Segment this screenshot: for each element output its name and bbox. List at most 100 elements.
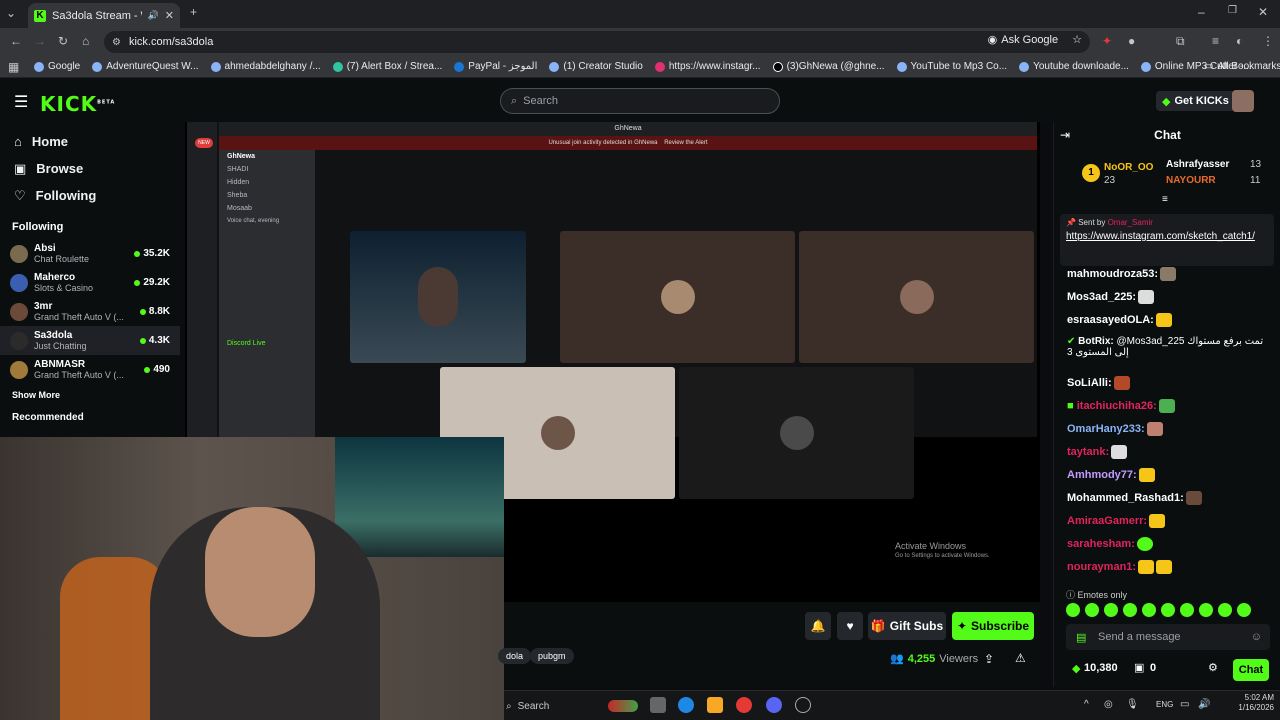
notification-bell-button[interactable]: 🔔	[805, 612, 831, 640]
network-icon[interactable]: ▭	[1180, 699, 1189, 710]
bookmark-item[interactable]: Youtube downloade...	[1019, 61, 1129, 72]
gift-icon[interactable]: ▣	[1134, 661, 1144, 674]
kick-logo[interactable]: KICKBETA	[40, 92, 115, 116]
nav-browse[interactable]: ▣ Browse	[0, 155, 180, 182]
kicks-balance[interactable]: 10,380	[1084, 662, 1118, 674]
user-avatar[interactable]	[1232, 90, 1254, 112]
language-indicator[interactable]: ENG	[1156, 700, 1173, 709]
nav-following[interactable]: ♡ Following	[0, 182, 180, 209]
emote-button[interactable]	[1161, 603, 1175, 617]
extensions-puzzle-icon[interactable]: ⧉	[1176, 34, 1185, 49]
chat-username[interactable]: BotRix:	[1078, 336, 1114, 347]
stream-tag[interactable]: dola	[498, 648, 532, 664]
new-tab-icon[interactable]: +	[190, 5, 197, 19]
follow-heart-button[interactable]: ♥	[837, 612, 863, 640]
send-chat-button[interactable]: Chat	[1233, 659, 1269, 681]
following-item-active[interactable]: Sa3dola Just Chatting 4.3K	[0, 326, 180, 355]
pinned-link[interactable]: https://www.instagram.com/sketch_catch1/	[1066, 231, 1268, 243]
bookmark-item[interactable]: https://www.instagr...	[654, 61, 761, 72]
chat-username[interactable]: taytank:	[1067, 446, 1109, 458]
bookmark-item[interactable]: (7) Alert Box / Strea...	[332, 61, 442, 72]
menu-hamburger-icon[interactable]: ☰	[14, 92, 28, 112]
tray-app-icon[interactable]: ◎	[1104, 699, 1113, 710]
share-icon[interactable]: ⇪	[984, 652, 994, 666]
following-item[interactable]: Absi Chat Roulette 35.2K	[0, 239, 180, 268]
search-input[interactable]: ⌕ Search	[500, 88, 780, 114]
chat-settings-badge-icon[interactable]: ▤	[1076, 631, 1086, 644]
chat-username[interactable]: nourayman1:	[1067, 561, 1136, 573]
microphone-icon[interactable]: 🎙	[1126, 699, 1139, 710]
bookmark-star-icon[interactable]: ☆	[1072, 33, 1082, 46]
chat-username[interactable]: Mohammed_Rashad1:	[1067, 492, 1184, 504]
bookmark-item[interactable]: Google	[34, 61, 80, 72]
task-view-icon[interactable]	[650, 697, 666, 713]
chrome-icon[interactable]	[736, 697, 752, 713]
get-kicks-button[interactable]: ◆ Get KICKs	[1156, 91, 1235, 111]
bookmark-item[interactable]: YouTube to Mp3 Co...	[896, 61, 1007, 72]
following-item[interactable]: 3mr Grand Theft Auto V (... 8.8K	[0, 297, 180, 326]
chat-username[interactable]: itachiuchiha26:	[1077, 400, 1157, 412]
chat-username[interactable]: Mos3ad_225:	[1067, 291, 1136, 303]
emote-button[interactable]	[1218, 603, 1232, 617]
tab-search-icon[interactable]: ⌄	[6, 6, 16, 20]
taskbar-clock[interactable]: 5:02 AM 1/16/2026	[1238, 693, 1274, 713]
browser-tab[interactable]: K Sa3dola Stream - Watch Liv 🔊 ✕	[28, 3, 180, 28]
window-close-icon[interactable]: ✕	[1258, 5, 1268, 19]
emote-button[interactable]	[1180, 603, 1194, 617]
expand-gifters-icon[interactable]: ≡	[1162, 194, 1168, 205]
stream-tag[interactable]: pubgm	[530, 648, 574, 664]
show-more-link[interactable]: Show More	[0, 390, 180, 408]
tab-audio-icon[interactable]: 🔊	[148, 10, 159, 21]
emote-button[interactable]	[1142, 603, 1156, 617]
nav-home[interactable]: ⌂ Home	[0, 128, 180, 155]
emote-button[interactable]	[1199, 603, 1213, 617]
bookmark-item[interactable]: (3)GhNewa (@ghne...	[772, 61, 885, 72]
chat-username[interactable]: SoLiAlli:	[1067, 377, 1112, 389]
report-icon[interactable]: ⚠	[1015, 651, 1026, 665]
browser-menu-icon[interactable]: ⋮	[1262, 34, 1274, 48]
tab-close-icon[interactable]: ✕	[165, 9, 174, 22]
media-icon[interactable]: ≡	[1212, 34, 1219, 48]
emote-button[interactable]	[1123, 603, 1137, 617]
chat-username[interactable]: OmarHany233:	[1067, 423, 1145, 435]
maximize-icon[interactable]: ❐	[1228, 5, 1237, 16]
bookmark-item[interactable]: PayPal - الموجز	[454, 61, 537, 72]
home-browser-icon[interactable]: ⌂	[82, 34, 89, 48]
forward-icon[interactable]: →	[34, 34, 46, 48]
chat-username[interactable]: AmiraaGamerr:	[1067, 515, 1147, 527]
emote-button[interactable]	[1085, 603, 1099, 617]
subscribe-button[interactable]: ✦ Subscribe	[952, 612, 1034, 640]
bookmark-item[interactable]: AdventureQuest W...	[92, 61, 199, 72]
bookmark-item[interactable]: (1) Creator Studio	[549, 61, 643, 72]
following-item[interactable]: ABNMASR Grand Theft Auto V (... 490	[0, 355, 180, 384]
apps-grid-icon[interactable]: ▦	[8, 60, 19, 74]
emote-button[interactable]	[1104, 603, 1118, 617]
ask-google-button[interactable]: ◉ Ask Google ☆	[988, 33, 1082, 47]
reload-icon[interactable]: ↻	[58, 34, 68, 48]
chat-message-input[interactable]: ▤ Send a message ☺	[1066, 624, 1270, 650]
minimize-icon[interactable]: –	[1198, 5, 1205, 19]
extension-icon[interactable]: ✦	[1102, 34, 1112, 48]
following-item[interactable]: Maherco Slots & Casino 29.2K	[0, 268, 180, 297]
back-icon[interactable]: ←	[10, 34, 22, 48]
discord-icon[interactable]	[766, 697, 782, 713]
site-info-icon[interactable]: ⚙	[112, 37, 121, 48]
all-bookmarks-button[interactable]: ▭ All Bookmarks	[1204, 61, 1280, 72]
bookmark-item[interactable]: ahmedabdelghany /...	[210, 61, 321, 72]
profile-icon[interactable]: ◐	[1236, 34, 1243, 48]
widget-icon[interactable]	[608, 700, 638, 712]
taskbar-search[interactable]: ⌕ Search	[504, 696, 624, 716]
extension-2-icon[interactable]: ●	[1128, 34, 1135, 48]
volume-icon[interactable]: 🔊	[1198, 699, 1210, 710]
app-icon[interactable]	[795, 697, 811, 713]
chat-username[interactable]: Amhmody77:	[1067, 469, 1137, 481]
file-explorer-icon[interactable]	[707, 697, 723, 713]
edge-icon[interactable]	[678, 697, 694, 713]
chat-username[interactable]: mahmoudroza53:	[1067, 268, 1158, 280]
chat-settings-icon[interactable]: ⚙	[1208, 661, 1218, 674]
chat-username[interactable]: esraasayedOLA:	[1067, 314, 1154, 326]
chat-username[interactable]: sarahesham:	[1067, 538, 1135, 550]
emoji-icon[interactable]: ☺	[1251, 631, 1262, 643]
tray-chevron-icon[interactable]: ^	[1084, 699, 1089, 710]
pinned-message[interactable]: 📌 Sent by Omar_Samir https://www.instagr…	[1060, 214, 1274, 266]
